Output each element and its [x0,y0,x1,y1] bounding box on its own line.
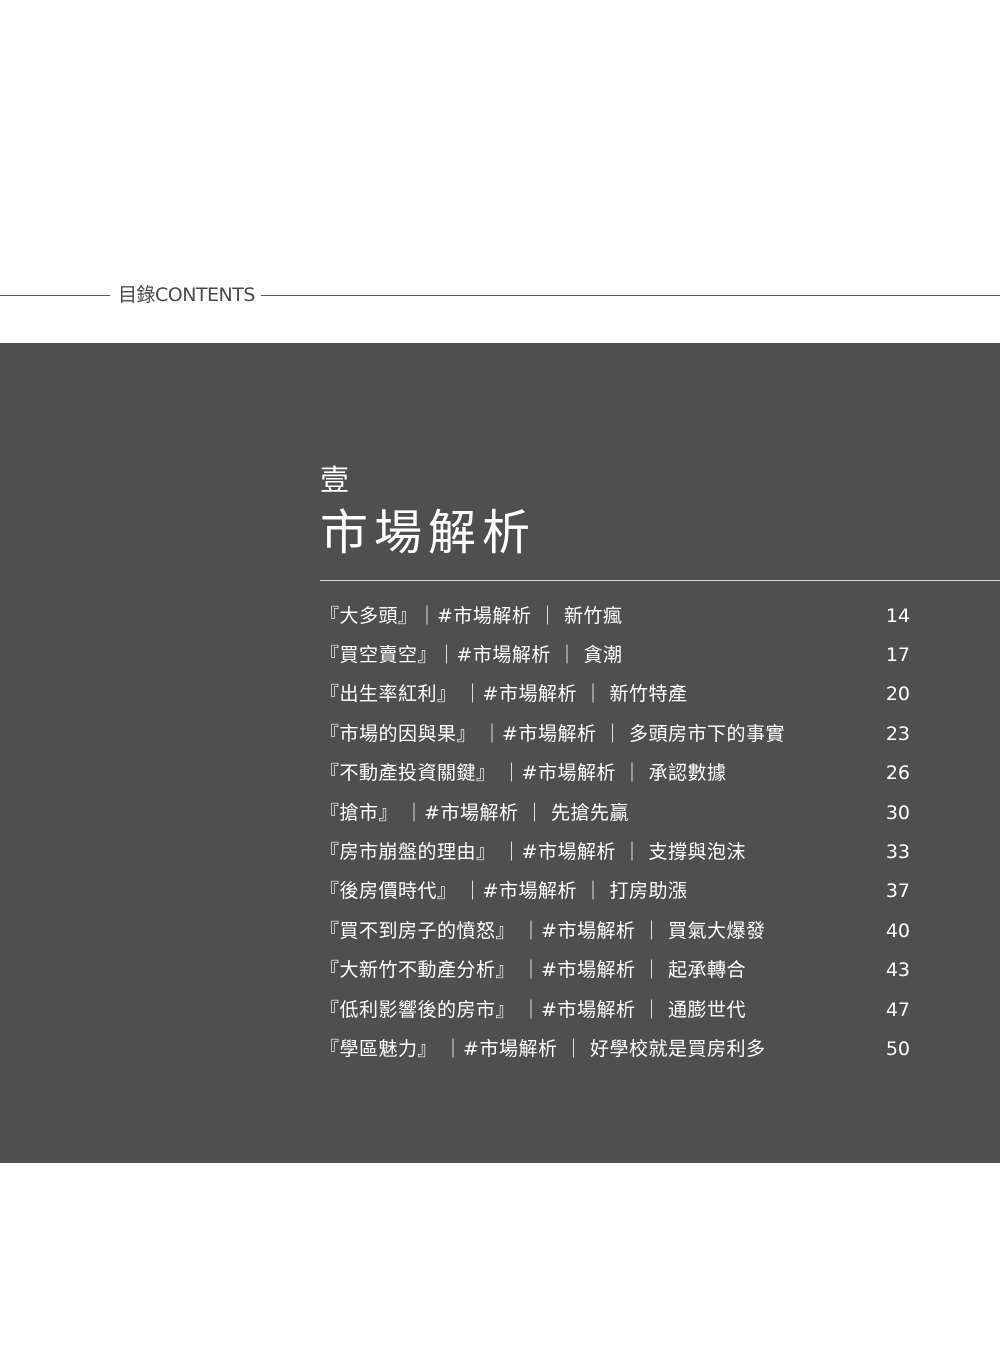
toc-entry-page: 17 [885,644,910,667]
toc-entry-title: 『後房價時代』 ｜#市場解析 ｜ 打房助漲 [320,880,688,903]
toc-entry[interactable]: 『大新竹不動產分析』 ｜#市場解析 ｜ 起承轉合 43 [320,951,910,990]
toc-entry-page: 20 [885,683,910,706]
toc-entry-page: 33 [885,841,910,864]
toc-entry-title: 『出生率紅利』 ｜#市場解析 ｜ 新竹特產 [320,683,688,706]
toc-entry-page: 47 [885,998,910,1021]
toc-entry[interactable]: 『低利影響後的房市』 ｜#市場解析 ｜ 通膨世代 47 [320,990,910,1029]
toc-entry[interactable]: 『出生率紅利』 ｜#市場解析 ｜ 新竹特產 20 [320,675,910,714]
toc-entry-page: 37 [885,880,910,903]
toc-entry-page: 26 [885,762,910,785]
toc-entry[interactable]: 『後房價時代』 ｜#市場解析 ｜ 打房助漲 37 [320,872,910,911]
toc-entry-title: 『學區魅力』 ｜#市場解析 ｜ 好學校就是買房利多 [320,1037,766,1060]
toc-list: 『大多頭』｜#市場解析 ｜ 新竹瘋 14 『買空賣空』｜#市場解析 ｜ 貪潮 17 … [320,596,910,1069]
toc-entry-page: 40 [885,919,910,942]
toc-entry[interactable]: 『搶市』 ｜#市場解析 ｜ 先搶先贏 30 [320,793,910,832]
chapter-title-rule [320,580,1000,581]
toc-entry-title: 『搶市』 ｜#市場解析 ｜ 先搶先贏 [320,801,630,824]
toc-entry-title: 『大新竹不動產分析』 ｜#市場解析 ｜ 起承轉合 [320,959,747,982]
toc-entry-title: 『買空賣空』｜#市場解析 ｜ 貪潮 [320,644,623,667]
toc-entry-title: 『大多頭』｜#市場解析 ｜ 新竹瘋 [320,604,623,627]
contents-heading: 目錄CONTENTS [110,283,261,307]
toc-entry-title: 『市場的因與果』 ｜#市場解析 ｜ 多頭房市下的事實 [320,722,786,745]
toc-entry[interactable]: 『房市崩盤的理由』 ｜#市場解析 ｜ 支撐與泡沫 33 [320,832,910,871]
toc-entry-title: 『不動產投資關鍵』 ｜#市場解析 ｜ 承認數據 [320,762,727,785]
toc-entry[interactable]: 『學區魅力』 ｜#市場解析 ｜ 好學校就是買房利多 50 [320,1029,910,1068]
toc-entry-page: 50 [885,1037,910,1060]
toc-entry-title: 『買不到房子的憤怒』 ｜#市場解析 ｜ 買氣大爆發 [320,919,766,942]
toc-entry[interactable]: 『不動產投資關鍵』 ｜#市場解析 ｜ 承認數據 26 [320,754,910,793]
toc-entry-page: 23 [885,722,910,745]
toc-entry-title: 『低利影響後的房市』 ｜#市場解析 ｜ 通膨世代 [320,998,747,1021]
toc-entry-title: 『房市崩盤的理由』 ｜#市場解析 ｜ 支撐與泡沫 [320,841,747,864]
toc-entry[interactable]: 『大多頭』｜#市場解析 ｜ 新竹瘋 14 [320,596,910,635]
toc-entry[interactable]: 『買不到房子的憤怒』 ｜#市場解析 ｜ 買氣大爆發 40 [320,911,910,950]
chapter-number: 壹 [320,463,350,497]
toc-entry-page: 14 [885,604,910,627]
toc-entry-page: 30 [885,801,910,824]
toc-entry[interactable]: 『買空賣空』｜#市場解析 ｜ 貪潮 17 [320,635,910,674]
toc-entry[interactable]: 『市場的因與果』 ｜#市場解析 ｜ 多頭房市下的事實 23 [320,714,910,753]
chapter-title: 市場解析 [320,505,537,561]
toc-entry-page: 43 [885,959,910,982]
